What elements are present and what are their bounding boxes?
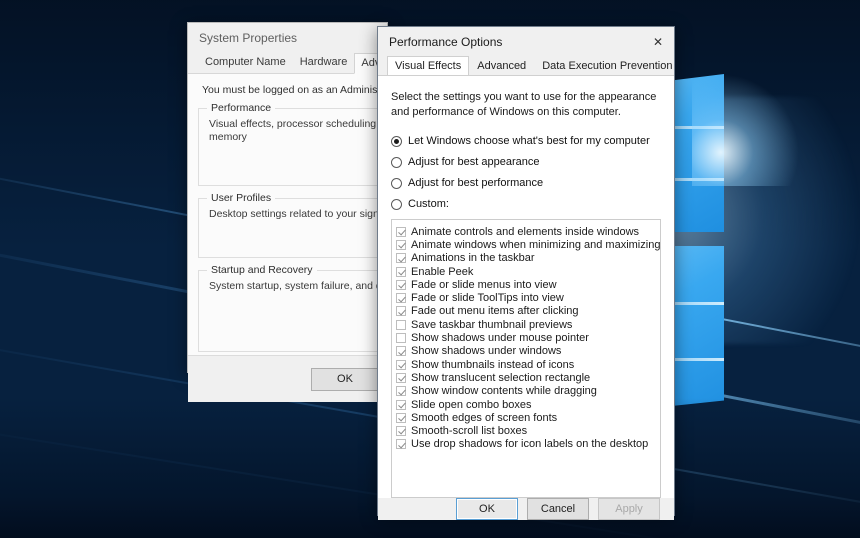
visual-effect-row[interactable]: Show shadows under windows xyxy=(396,345,660,358)
panel-description: Select the settings you want to use for … xyxy=(391,90,661,120)
visual-effects-panel: Select the settings you want to use for … xyxy=(378,75,674,498)
radio-best-appearance[interactable]: Adjust for best appearance xyxy=(391,156,661,168)
performance-options-title: Performance Options xyxy=(389,35,502,49)
admin-notice: You must be logged on as an Administrato… xyxy=(188,84,387,96)
visual-effect-row[interactable]: Show translucent selection rectangle xyxy=(396,371,660,384)
visual-effect-row[interactable]: Animate windows when minimizing and maxi… xyxy=(396,238,660,251)
checkbox-checked-icon[interactable] xyxy=(396,346,406,356)
performance-options-dialog[interactable]: Performance Options ✕ Visual Effects Adv… xyxy=(377,26,675,516)
cancel-button[interactable]: Cancel xyxy=(527,498,589,520)
visual-effect-row[interactable]: Fade or slide ToolTips into view xyxy=(396,291,660,304)
group-text-startup-recovery: System startup, system failure, and debu… xyxy=(209,280,372,293)
tab-advanced[interactable]: Advanced xyxy=(469,56,534,75)
visual-effect-label: Show shadows under mouse pointer xyxy=(411,332,589,344)
group-text-user-profiles: Desktop settings related to your sign-in xyxy=(209,208,372,221)
visual-effect-row[interactable]: Animate controls and elements inside win… xyxy=(396,225,660,238)
visual-effect-row[interactable]: Slide open combo boxes xyxy=(396,398,660,411)
group-title-startup-recovery: Startup and Recovery xyxy=(207,264,317,276)
checkbox-checked-icon[interactable] xyxy=(396,413,406,423)
radio-label: Let Windows choose what's best for my co… xyxy=(408,135,650,147)
desktop: System Properties Computer Name Hardware… xyxy=(0,0,860,538)
checkbox-checked-icon[interactable] xyxy=(396,386,406,396)
system-properties-tabstrip[interactable]: Computer Name Hardware Advanced Syst xyxy=(188,52,387,74)
visual-effect-row[interactable]: Fade or slide menus into view xyxy=(396,278,660,291)
checkbox-checked-icon[interactable] xyxy=(396,306,406,316)
system-properties-ok-button[interactable]: OK xyxy=(311,368,379,391)
checkbox-checked-icon[interactable] xyxy=(396,373,406,383)
tab-data-execution-prevention[interactable]: Data Execution Prevention xyxy=(534,56,680,75)
system-properties-title: System Properties xyxy=(199,31,297,45)
checkbox-checked-icon[interactable] xyxy=(396,360,406,370)
group-performance: Performance Visual effects, processor sc… xyxy=(198,108,379,186)
checkbox-checked-icon[interactable] xyxy=(396,426,406,436)
group-text-performance: Visual effects, processor scheduling, me… xyxy=(209,118,372,144)
checkbox-unchecked-icon[interactable] xyxy=(396,333,406,343)
radio-icon[interactable] xyxy=(391,136,402,147)
visual-effect-label: Fade out menu items after clicking xyxy=(411,305,579,317)
checkbox-checked-icon[interactable] xyxy=(396,267,406,277)
group-user-profiles: User Profiles Desktop settings related t… xyxy=(198,198,379,258)
ok-button[interactable]: OK xyxy=(456,498,518,520)
visual-effect-row[interactable]: Show window contents while dragging xyxy=(396,385,660,398)
windows-logo-spark xyxy=(692,66,812,186)
checkbox-checked-icon[interactable] xyxy=(396,439,406,449)
visual-effect-label: Enable Peek xyxy=(411,266,473,278)
visual-effect-label: Animate controls and elements inside win… xyxy=(411,226,639,238)
visual-effect-row[interactable]: Use drop shadows for icon labels on the … xyxy=(396,438,660,451)
visual-effect-label: Save taskbar thumbnail previews xyxy=(411,319,572,331)
radio-icon[interactable] xyxy=(391,157,402,168)
radio-label: Adjust for best appearance xyxy=(408,156,539,168)
radio-icon[interactable] xyxy=(391,199,402,210)
close-icon[interactable]: ✕ xyxy=(642,27,674,56)
system-properties-window[interactable]: System Properties Computer Name Hardware… xyxy=(187,22,388,373)
visual-effect-label: Fade or slide menus into view xyxy=(411,279,557,291)
tab-visual-effects[interactable]: Visual Effects xyxy=(387,56,469,76)
system-properties-page: You must be logged on as an Administrato… xyxy=(188,74,387,356)
visual-effect-row[interactable]: Save taskbar thumbnail previews xyxy=(396,318,660,331)
visual-effect-row[interactable]: Enable Peek xyxy=(396,265,660,278)
radio-label: Custom: xyxy=(408,198,449,210)
tab-computer-name[interactable]: Computer Name xyxy=(198,52,293,73)
visual-effect-label: Animate windows when minimizing and maxi… xyxy=(411,239,660,251)
checkbox-checked-icon[interactable] xyxy=(396,280,406,290)
visual-effect-label: Fade or slide ToolTips into view xyxy=(411,292,564,304)
visual-effect-row[interactable]: Animations in the taskbar xyxy=(396,252,660,265)
visual-effect-label: Show shadows under windows xyxy=(411,345,561,357)
performance-options-tabstrip[interactable]: Visual Effects Advanced Data Execution P… xyxy=(378,56,674,75)
visual-effect-row[interactable]: Fade out menu items after clicking xyxy=(396,305,660,318)
system-properties-footer: OK xyxy=(188,356,387,402)
visual-effects-listbox[interactable]: Animate controls and elements inside win… xyxy=(391,219,661,498)
visual-effect-label: Slide open combo boxes xyxy=(411,399,531,411)
group-startup-recovery: Startup and Recovery System startup, sys… xyxy=(198,270,379,352)
checkbox-unchecked-icon[interactable] xyxy=(396,320,406,330)
system-properties-titlebar[interactable]: System Properties xyxy=(188,23,387,52)
visual-effect-label: Show window contents while dragging xyxy=(411,385,597,397)
checkbox-checked-icon[interactable] xyxy=(396,227,406,237)
checkbox-checked-icon[interactable] xyxy=(396,400,406,410)
checkbox-checked-icon[interactable] xyxy=(396,240,406,250)
visual-effect-row[interactable]: Show shadows under mouse pointer xyxy=(396,331,660,344)
checkbox-checked-icon[interactable] xyxy=(396,293,406,303)
radio-custom[interactable]: Custom: xyxy=(391,198,661,210)
visual-effect-label: Smooth edges of screen fonts xyxy=(411,412,557,424)
group-title-user-profiles: User Profiles xyxy=(207,192,275,204)
visual-effect-label: Show thumbnails instead of icons xyxy=(411,359,574,371)
performance-options-footer: OK Cancel Apply xyxy=(378,498,674,520)
visual-effect-row[interactable]: Smooth edges of screen fonts xyxy=(396,411,660,424)
radio-label: Adjust for best performance xyxy=(408,177,543,189)
visual-effect-label: Animations in the taskbar xyxy=(411,252,535,264)
visual-effect-label: Show translucent selection rectangle xyxy=(411,372,590,384)
radio-let-windows-choose[interactable]: Let Windows choose what's best for my co… xyxy=(391,135,661,147)
radio-icon[interactable] xyxy=(391,178,402,189)
checkbox-checked-icon[interactable] xyxy=(396,253,406,263)
performance-options-titlebar[interactable]: Performance Options ✕ xyxy=(378,27,674,56)
visual-effect-row[interactable]: Show thumbnails instead of icons xyxy=(396,358,660,371)
apply-button[interactable]: Apply xyxy=(598,498,660,520)
visual-effect-label: Smooth-scroll list boxes xyxy=(411,425,527,437)
group-title-performance: Performance xyxy=(207,102,275,114)
visual-effect-label: Use drop shadows for icon labels on the … xyxy=(411,438,648,450)
radio-best-performance[interactable]: Adjust for best performance xyxy=(391,177,661,189)
visual-effect-row[interactable]: Smooth-scroll list boxes xyxy=(396,424,660,437)
tab-hardware[interactable]: Hardware xyxy=(293,52,355,73)
